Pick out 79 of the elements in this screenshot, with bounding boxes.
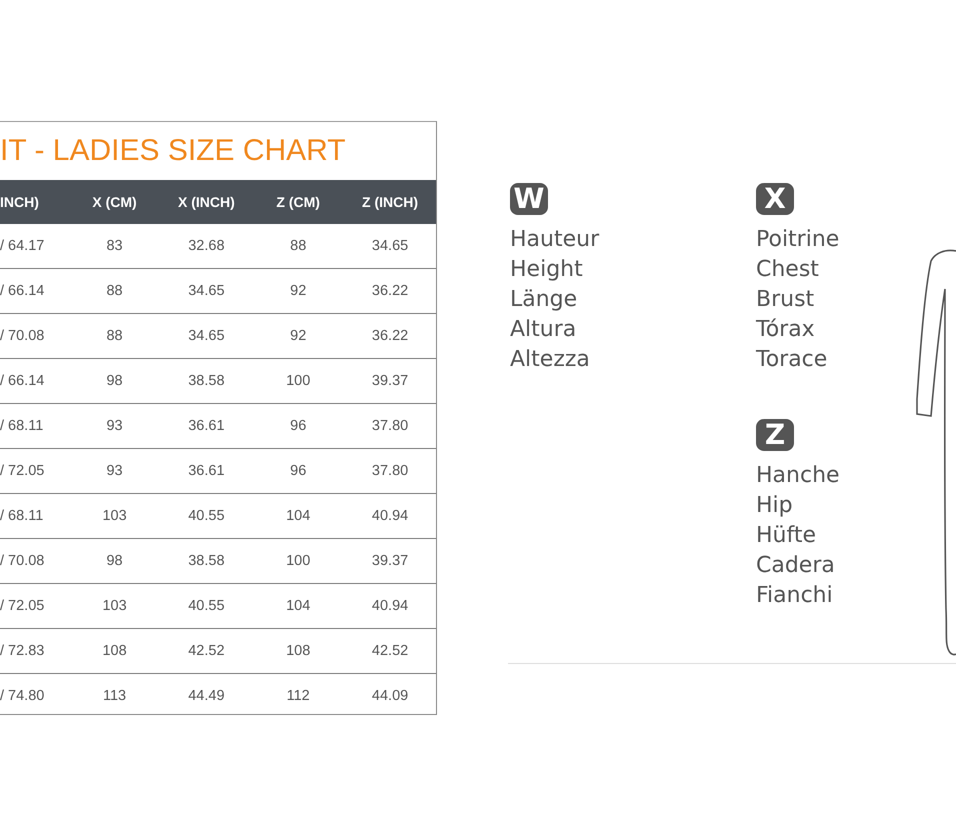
column-header: X (INCH) bbox=[160, 180, 252, 224]
column-header: X (CM) bbox=[68, 180, 160, 224]
measure-label: Altura bbox=[510, 316, 578, 344]
table-cell: 42.52 bbox=[188, 643, 225, 659]
table-cell: 40.55 bbox=[188, 598, 225, 614]
table-cell: / 68.11 bbox=[0, 508, 44, 524]
table-cell: 98 bbox=[106, 553, 123, 569]
measure-label: Hanche bbox=[756, 462, 841, 490]
table-cell: 37.80 bbox=[372, 418, 408, 434]
table-cell: 96 bbox=[290, 418, 306, 434]
table-cell: / 70.08 bbox=[0, 553, 44, 569]
table-cell: 92 bbox=[290, 328, 306, 344]
table-cell: 103 bbox=[102, 598, 127, 614]
table-cell: 100 bbox=[286, 553, 310, 569]
table-cell: / 74.80 bbox=[0, 688, 44, 704]
table-cell: / 64.17 bbox=[0, 238, 44, 254]
table-cell: 40.94 bbox=[372, 598, 408, 614]
table-cell: 92 bbox=[290, 283, 306, 299]
table-cell: / 72.05 bbox=[0, 598, 44, 614]
table-cell: 42.52 bbox=[372, 643, 408, 659]
table-cell: 40.55 bbox=[188, 508, 225, 524]
measure-label: Brust bbox=[756, 286, 816, 314]
table-cell: 39.37 bbox=[372, 553, 408, 569]
chart-title: IT - LADIES SIZE CHART bbox=[0, 133, 347, 169]
table-cell: 108 bbox=[286, 643, 310, 659]
table-cell: / 72.83 bbox=[0, 643, 44, 659]
column-header: INCH) bbox=[0, 180, 69, 224]
measure-label: Tórax bbox=[756, 316, 816, 344]
column-header: Z (INCH) bbox=[344, 180, 436, 224]
table-cell: 93 bbox=[106, 463, 123, 479]
table-cell: 40.94 bbox=[372, 508, 408, 524]
table-cell: 34.65 bbox=[372, 238, 408, 254]
table-cell: 83 bbox=[106, 238, 123, 254]
table-cell: 113 bbox=[102, 688, 126, 704]
table-cell: 36.22 bbox=[372, 283, 408, 299]
measure-label: Cadera bbox=[756, 552, 836, 580]
table-cell: 38.58 bbox=[188, 373, 225, 389]
table-cell: 39.37 bbox=[372, 373, 408, 389]
table-cell: 36.61 bbox=[188, 463, 225, 479]
table-cell: 103 bbox=[102, 508, 127, 524]
table-cell: / 66.14 bbox=[0, 283, 44, 299]
table-cell: 104 bbox=[286, 598, 310, 614]
table-cell: 34.65 bbox=[188, 283, 225, 299]
letter-badge: W bbox=[510, 183, 548, 215]
letter-badge: X bbox=[756, 183, 794, 215]
table-cell: 37.80 bbox=[372, 463, 408, 479]
table-cell: 44.09 bbox=[372, 688, 408, 704]
measure-label: Hauteur bbox=[510, 226, 600, 254]
table-cell: 34.65 bbox=[188, 328, 225, 344]
table-cell: 36.61 bbox=[188, 418, 225, 434]
measure-label: Height bbox=[510, 256, 584, 284]
table-cell: / 66.14 bbox=[0, 373, 44, 389]
table-cell: 93 bbox=[106, 418, 123, 434]
table-cell: 36.22 bbox=[372, 328, 408, 344]
table-cell: / 68.11 bbox=[0, 418, 44, 434]
measure-label: Altezza bbox=[510, 346, 591, 374]
table-cell: / 72.05 bbox=[0, 463, 44, 479]
table-cell: 88 bbox=[106, 283, 123, 299]
measure-label: Fianchi bbox=[756, 582, 834, 610]
letter-badge: Z bbox=[756, 419, 794, 451]
table-cell: 108 bbox=[102, 643, 127, 659]
table-cell: 104 bbox=[286, 508, 310, 524]
measure-label: Poitrine bbox=[756, 226, 840, 254]
measure-label: Torace bbox=[756, 346, 828, 374]
measure-label: Chest bbox=[756, 256, 820, 284]
table-cell: 98 bbox=[106, 373, 123, 389]
measure-label: Länge bbox=[510, 286, 578, 314]
table-cell: 88 bbox=[290, 238, 306, 254]
table-cell: 96 bbox=[290, 463, 306, 479]
measure-label: Hip bbox=[756, 492, 794, 520]
table-cell: / 70.08 bbox=[0, 328, 44, 344]
table-cell: 44.49 bbox=[188, 688, 225, 704]
measure-label: Hüfte bbox=[756, 522, 818, 550]
table-cell: 112 bbox=[286, 688, 310, 704]
column-header: Z (CM) bbox=[252, 180, 344, 224]
table-cell: 32.68 bbox=[188, 238, 225, 254]
table-cell: 88 bbox=[106, 328, 123, 344]
table-cell: 38.58 bbox=[188, 553, 225, 569]
table-cell: 100 bbox=[286, 373, 310, 389]
